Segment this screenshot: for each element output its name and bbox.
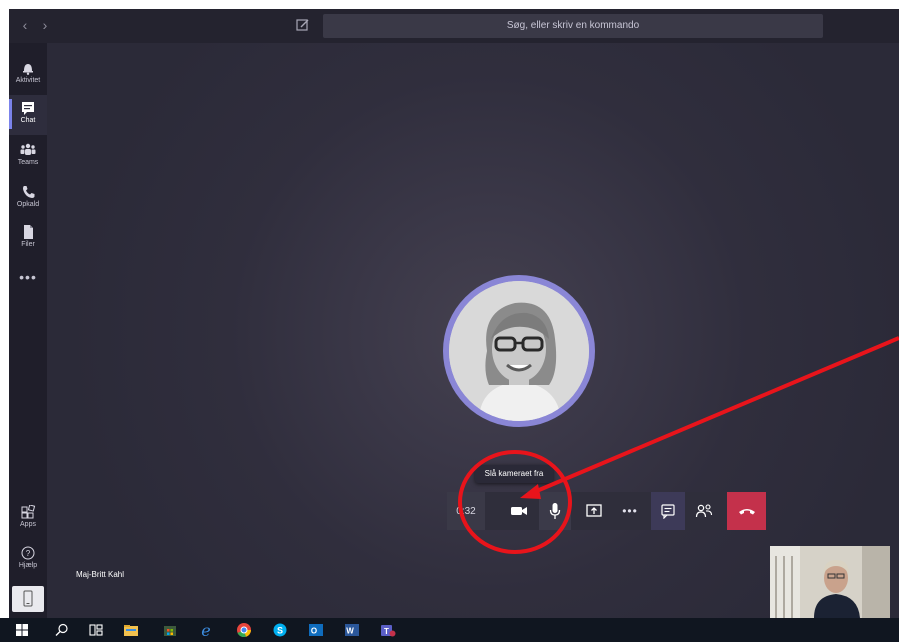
hang-up-button[interactable] xyxy=(727,492,766,530)
rail-item-label: Filer xyxy=(21,241,35,248)
share-screen-button[interactable] xyxy=(577,492,611,530)
microphone-icon xyxy=(549,503,561,519)
svg-text:W: W xyxy=(346,627,354,636)
participants-icon xyxy=(695,504,713,518)
rail-item-hjaelp[interactable]: ? Hjælp xyxy=(9,540,47,578)
mobile-device-button[interactable] xyxy=(12,586,44,612)
title-bar: ‹ › Søg, eller skriv en kommando xyxy=(9,9,899,43)
teams-icon xyxy=(20,143,36,157)
windows-taskbar: e S O W T xyxy=(0,618,899,642)
camera-tooltip: Slå kameraet fra xyxy=(475,465,553,483)
teams-taskbar-icon[interactable]: T xyxy=(380,622,396,638)
rail-item-aktivitet[interactable]: Aktivitet xyxy=(9,55,47,93)
rail-item-label: Opkald xyxy=(16,201,40,208)
rail-item-chat[interactable]: Chat xyxy=(9,95,47,135)
search-icon[interactable] xyxy=(54,622,70,638)
hang-up-icon xyxy=(738,509,755,515)
avatar xyxy=(449,281,589,421)
outlook-icon[interactable]: O xyxy=(308,622,324,638)
rail-item-teams[interactable]: Teams xyxy=(9,137,47,175)
rail-item-filer[interactable]: Filer xyxy=(9,219,47,257)
rail-item-label: Teams xyxy=(17,159,39,166)
phone-icon xyxy=(20,185,36,199)
search-input[interactable]: Søg, eller skriv en kommando xyxy=(323,14,823,38)
task-view-icon[interactable] xyxy=(88,622,104,638)
camera-toggle-button[interactable] xyxy=(499,492,539,530)
video-camera-icon xyxy=(511,507,527,515)
bell-icon xyxy=(20,61,36,75)
teams-window: ‹ › Søg, eller skriv en kommando Aktivit… xyxy=(9,9,899,618)
more-actions-button[interactable]: ••• xyxy=(613,492,647,530)
share-screen-icon xyxy=(586,504,602,517)
call-stage: Maj-Britt Kahl Slå kameraet fra 0:32 ••• xyxy=(47,43,899,618)
skype-icon[interactable]: S xyxy=(272,622,288,638)
chrome-icon[interactable] xyxy=(236,622,252,638)
show-conversation-button[interactable] xyxy=(651,492,685,530)
conversation-icon xyxy=(661,504,675,519)
file-explorer-icon[interactable] xyxy=(123,622,139,638)
rail-item-label: Hjælp xyxy=(18,562,38,569)
show-participants-button[interactable] xyxy=(685,492,723,530)
call-timer: 0:32 xyxy=(447,492,485,530)
svg-text:e: e xyxy=(201,622,210,638)
participant-name: Maj-Britt Kahl xyxy=(76,570,125,579)
chevron-left-icon[interactable]: ‹ xyxy=(17,17,33,33)
svg-text:O: O xyxy=(311,627,317,636)
svg-text:T: T xyxy=(384,627,389,636)
chevron-right-icon[interactable]: › xyxy=(37,17,53,33)
edge-icon[interactable]: e xyxy=(198,621,214,640)
microphone-toggle-button[interactable] xyxy=(539,492,571,530)
app-rail: Aktivitet Chat Teams Opkald Filer ••• Ap… xyxy=(9,43,47,618)
apps-icon xyxy=(20,504,36,519)
help-icon: ? xyxy=(20,546,36,560)
call-controls-bar: 0:32 ••• xyxy=(447,492,766,530)
file-icon xyxy=(20,225,36,239)
mobile-device-icon xyxy=(23,590,33,607)
svg-text:S: S xyxy=(277,626,283,636)
store-icon[interactable] xyxy=(162,622,178,638)
self-view-video[interactable] xyxy=(770,546,890,618)
rail-item-label: Chat xyxy=(20,117,36,124)
word-icon[interactable]: W xyxy=(344,622,360,638)
rail-item-apps[interactable]: Apps xyxy=(9,499,47,537)
rail-item-label: Apps xyxy=(20,521,36,528)
chat-icon xyxy=(20,101,36,115)
compose-icon[interactable] xyxy=(295,17,311,33)
windows-start-icon[interactable] xyxy=(14,622,30,638)
more-apps-button[interactable]: ••• xyxy=(9,269,47,285)
rail-item-label: Aktivitet xyxy=(15,77,41,84)
svg-text:?: ? xyxy=(26,549,31,558)
rail-item-opkald[interactable]: Opkald xyxy=(9,179,47,217)
